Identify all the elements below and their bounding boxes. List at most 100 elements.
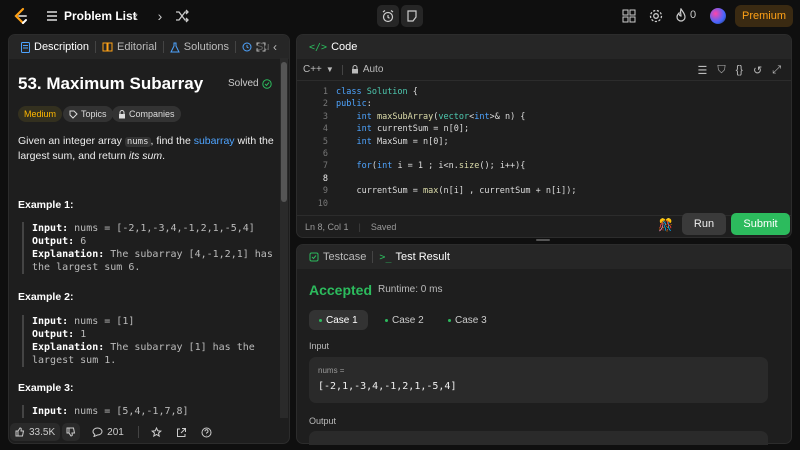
explanation-value: largest sum 1. [32,355,117,366]
tab-description[interactable]: Description [15,35,95,59]
mode-label: Auto [362,64,384,75]
code-line[interactable]: 9 currentSum = max(n[i] , currentSum + n… [298,185,788,197]
code-line[interactable]: 10 [298,198,788,210]
statusbar-divider: | [358,221,361,232]
toolbar-divider [341,64,343,75]
tab-editorial-label: Editorial [117,41,157,53]
description-scrollbar[interactable] [280,58,288,418]
code-tabbar: </> Code [297,35,791,59]
layout-grid-icon[interactable] [621,8,637,24]
tab-test-result[interactable]: >_ Test Result [373,245,455,269]
format-icon[interactable]: ☰ [697,64,707,77]
code-line[interactable]: 1 class Solution { [298,86,788,98]
case-1-tab[interactable]: Case 1 [309,310,368,330]
input-value: nums = [5,4,-1,7,8] [74,406,189,417]
sparkle-icon[interactable]: 🎊 [658,218,673,232]
input-value: nums = [1] [74,316,135,327]
language-select[interactable]: C++ ▼ [303,64,334,75]
problem-title: 53. Maximum Subarray [18,74,204,93]
output-label: Output: [32,329,75,340]
like-button[interactable]: 33.5K [10,423,61,441]
code-text: for(int i = 1 ; i<n.size(); i++){ [356,161,526,172]
line-number: 7 [322,161,328,172]
desc-inline-code: nums [124,137,151,147]
code-line[interactable]: 8 [298,173,788,185]
solved-label: Solved [228,78,259,89]
companies-chip[interactable]: Companies [112,106,181,122]
scrollbar-thumb[interactable] [281,62,287,202]
case-3-tab[interactable]: Case 3 [438,310,497,330]
output-value: 6 [80,236,87,247]
comment-icon [92,427,103,437]
list-icon [47,11,57,21]
code-text: int maxSubArray(vector<int>& n) { [356,111,526,122]
streak-counter[interactable]: 0 [675,8,696,22]
premium-button[interactable]: Premium [735,5,793,27]
code-line[interactable]: 3 int maxSubArray(vector<int>& n) { [298,111,788,123]
next-problem-icon[interactable]: › [152,8,168,24]
example-2-box: Input: nums = [1] Output: 1 Explanation:… [22,315,277,367]
dislike-button[interactable] [62,423,81,441]
line-number: 5 [322,136,328,147]
example-2-heading: Example 2: [18,291,74,303]
line-number: 8 [322,173,328,184]
explanation-value: The subarray [1] has the [110,342,255,353]
code-line[interactable]: 4 int currentSum = n[0]; [298,123,788,135]
share-icon[interactable] [176,427,187,438]
comments-button[interactable]: 201 [92,427,124,438]
case-label: Case 3 [455,314,487,326]
input-value: nums = [-2,1,-3,4,-1,2,1,-5,4] [74,223,255,234]
expand-icon[interactable]: ⤢ [772,64,781,77]
code-line[interactable]: 5 int MaxSum = n[0]; [298,136,788,148]
shuffle-icon[interactable] [174,8,190,24]
resize-handle[interactable] [536,239,550,241]
avatar[interactable] [710,8,726,24]
example-line: Input: nums = [-2,1,-3,4,-1,2,1,-5,4] [32,222,277,235]
check-circle-icon [261,78,272,89]
tab-code[interactable]: </> Code [303,35,363,59]
run-button[interactable]: Run [682,213,726,235]
problem-list-button[interactable]: Problem List [46,9,137,23]
line-number: 4 [322,124,328,135]
autocomplete-toggle[interactable]: Auto [351,64,384,75]
desc-italic: its sum [128,150,163,162]
bookmark-icon[interactable]: ⛉ [717,64,725,77]
prev-problem-icon[interactable]: ‹ [128,8,144,24]
settings-gear-icon[interactable] [648,8,664,24]
braces-icon[interactable]: {} [736,64,743,77]
topics-chip[interactable]: Topics [63,106,113,122]
collapse-chevron-icon[interactable]: ‹ [273,40,277,54]
input-label: Input: [32,316,69,327]
subarray-link[interactable]: subarray [194,135,235,147]
help-icon[interactable] [201,427,212,438]
maximize-icon[interactable] [256,42,266,52]
case-2-tab[interactable]: Case 2 [375,310,434,330]
code-line[interactable]: 7 for(int i = 1 ; i<n.size(); i++){ [298,160,788,172]
leetcode-logo-icon[interactable] [12,7,30,25]
saved-status: Saved [370,221,397,232]
result-panel: Testcase >_ Test Result [296,244,792,444]
difficulty-badge: Medium [18,106,63,122]
submit-button[interactable]: Submit [731,213,790,235]
example-line: Output: 1 [32,328,277,341]
pass-dot [319,318,322,322]
timer-button[interactable] [377,5,399,27]
pass-dot [448,318,451,322]
tab-editorial[interactable]: Editorial [96,35,163,59]
cursor-position: Ln 8, Col 1 [305,221,349,232]
tab-testcase[interactable]: Testcase [303,245,372,269]
desc-text: Given an integer array [18,135,122,147]
star-icon[interactable] [150,426,162,438]
example-line: Explanation: The subarray [4,-1,2,1] has [32,248,277,261]
input-section-label: Input [309,341,330,351]
notes-button[interactable] [401,5,423,27]
desc-text: , find the [150,135,191,147]
code-line[interactable]: 2 public: [298,98,788,110]
code-line[interactable]: 6 [298,148,788,160]
reset-icon[interactable]: ↺ [753,64,762,77]
code-text: class Solution { [336,87,418,97]
tab-code-label: Code [331,41,358,53]
example-3-box: Input: nums = [5,4,-1,7,8] [22,405,277,418]
tab-testcase-label: Testcase [323,251,367,263]
tab-solutions[interactable]: Solutions [164,35,235,59]
